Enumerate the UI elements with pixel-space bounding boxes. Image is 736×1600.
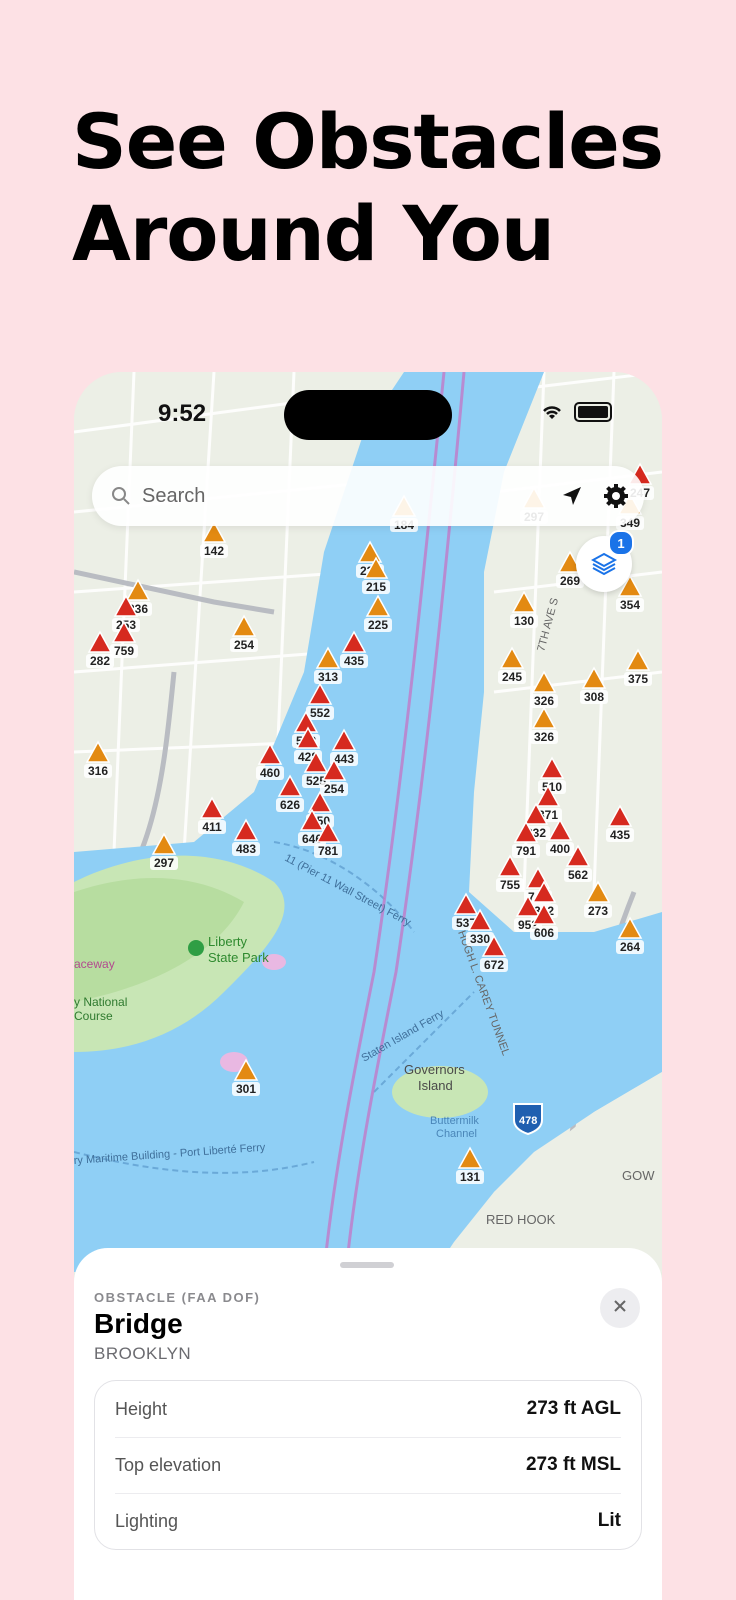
obstacle-height-label: 759 (114, 644, 134, 658)
close-icon (613, 1299, 627, 1318)
location-arrow-icon[interactable] (556, 480, 588, 512)
map-label-governors: Governors (404, 1062, 465, 1077)
map-label-course: Course (74, 1009, 113, 1023)
map-label-channel: Channel (436, 1128, 477, 1140)
obstacle-height-label: 755 (500, 878, 520, 892)
obstacle-details-card: Height 273 ft AGL Top elevation 273 ft M… (94, 1380, 642, 1550)
layers-button[interactable]: 1 (576, 530, 634, 592)
obstacle-height-label: 225 (368, 618, 388, 632)
headline-line-1: See Obstacles (72, 97, 664, 186)
map-label-red-hook: RED HOOK (486, 1212, 556, 1227)
obstacle-height-label: 562 (568, 868, 588, 882)
obstacle-height-label: 215 (366, 580, 386, 594)
search-input[interactable]: Search (142, 485, 556, 508)
obstacle-height-label: 282 (90, 654, 110, 668)
detail-row-height: Height 273 ft AGL (115, 1381, 621, 1437)
map-label-state-park: State Park (208, 950, 269, 965)
obstacle-height-label: 626 (280, 798, 300, 812)
obstacle-height-label: 264 (620, 940, 640, 954)
obstacle-height-label: 326 (534, 730, 554, 744)
obstacle-height-label: 273 (588, 904, 608, 918)
detail-label: Height (115, 1398, 168, 1419)
map-label-island: Island (418, 1078, 453, 1093)
obstacle-height-label: 269 (560, 574, 580, 588)
obstacle-location: BROOKLYN (94, 1344, 192, 1363)
obstacle-height-label: 354 (620, 598, 640, 612)
layers-icon (591, 551, 617, 577)
dynamic-island (284, 390, 452, 440)
map-view[interactable]: Liberty State Park aceway y National Cou… (74, 372, 662, 1272)
obstacle-type: OBSTACLE (FAA DOF) (94, 1290, 261, 1305)
interstate-shield-icon: 478 (513, 1103, 543, 1136)
obstacle-height-label: 313 (318, 670, 338, 684)
obstacle-height-label: 308 (584, 690, 604, 704)
headline: See Obstacles Around You (72, 96, 692, 280)
search-bar[interactable]: Search (92, 466, 644, 526)
obstacle-height-label: 131 (460, 1170, 480, 1184)
wifi-icon (540, 403, 564, 421)
obstacle-height-label: 130 (514, 614, 534, 628)
obstacle-height-label: 330 (470, 932, 490, 946)
map-label-national: y National (74, 995, 127, 1009)
obstacle-height-label: 672 (484, 958, 504, 972)
map-label-gow: GOW (622, 1168, 655, 1183)
obstacle-height-label: 375 (628, 672, 648, 686)
map-label-raceway: aceway (74, 957, 115, 971)
obstacle-height-label: 781 (318, 844, 338, 858)
obstacle-height-label: 483 (236, 842, 256, 856)
obstacle-height-label: 460 (260, 766, 280, 780)
obstacle-detail-sheet: OBSTACLE (FAA DOF) Bridge BROOKLYN Heigh… (74, 1248, 662, 1600)
detail-row-lighting: Lighting Lit (115, 1493, 621, 1549)
phone-screen: Liberty State Park aceway y National Cou… (74, 372, 662, 1600)
obstacle-height-label: 606 (534, 926, 554, 940)
headline-line-2: Around You (72, 189, 555, 278)
sheet-grabber[interactable] (340, 1262, 394, 1268)
close-button[interactable] (600, 1288, 640, 1328)
obstacle-height-label: 443 (334, 752, 354, 766)
layers-badge: 1 (608, 530, 634, 556)
gear-icon[interactable] (600, 480, 632, 512)
obstacle-name: Bridge (94, 1308, 183, 1339)
obstacle-height-label: 316 (88, 764, 108, 778)
obstacle-height-label: 791 (516, 844, 536, 858)
detail-row-top-elevation: Top elevation 273 ft MSL (115, 1437, 621, 1493)
obstacle-height-label: 552 (310, 706, 330, 720)
obstacle-height-label: 326 (534, 694, 554, 708)
detail-value: 273 ft MSL (525, 1454, 621, 1475)
detail-label: Lighting (115, 1510, 179, 1531)
detail-value: Lit (597, 1510, 621, 1531)
obstacle-height-label: 254 (324, 782, 344, 796)
obstacle-height-label: 301 (236, 1082, 256, 1096)
obstacle-height-label: 411 (202, 820, 222, 834)
search-icon (110, 485, 132, 507)
obstacle-height-label: 297 (154, 856, 174, 870)
obstacle-height-label: 435 (610, 828, 630, 842)
battery-icon (574, 402, 612, 422)
svg-text:478: 478 (519, 1115, 537, 1127)
obstacle-height-label: 400 (550, 842, 570, 856)
detail-value: 273 ft AGL (526, 1398, 621, 1419)
detail-label: Top elevation (115, 1454, 222, 1475)
obstacle-height-label: 435 (344, 654, 364, 668)
obstacle-height-label: 142 (204, 544, 224, 558)
status-icons (540, 402, 612, 422)
map-label-liberty: Liberty (208, 934, 248, 949)
obstacle-height-label: 245 (502, 670, 522, 684)
map-label-buttermilk: Buttermilk (430, 1115, 479, 1127)
obstacle-height-label: 254 (234, 638, 254, 652)
status-time: 9:52 (158, 400, 207, 427)
